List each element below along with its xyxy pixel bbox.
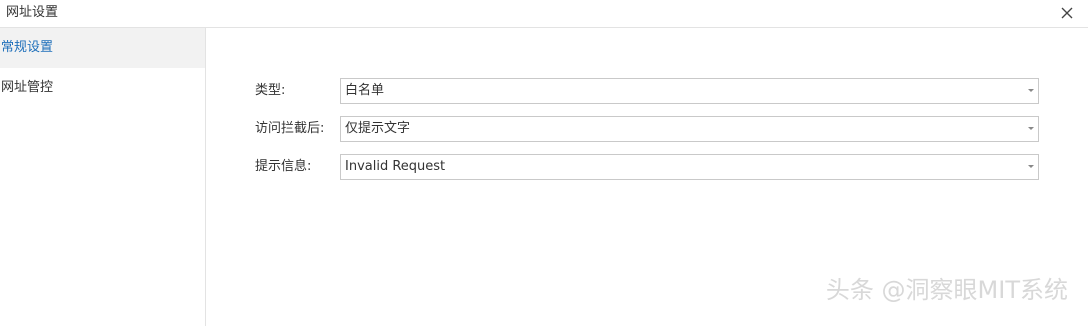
prompt-message-row: 提示信息: Invalid Request — [206, 154, 1088, 180]
prompt-message-select[interactable]: Invalid Request — [340, 154, 1039, 180]
chevron-down-icon — [1028, 89, 1034, 92]
type-select-value: 白名单 — [345, 83, 385, 98]
after-intercept-select[interactable]: 仅提示文字 — [340, 116, 1039, 142]
chevron-down-icon — [1028, 127, 1034, 130]
window-title: 网址设置 — [6, 5, 59, 20]
type-select[interactable]: 白名单 — [340, 78, 1039, 104]
prompt-message-label: 提示信息: — [255, 159, 312, 174]
after-intercept-select-value: 仅提示文字 — [345, 121, 411, 136]
after-intercept-label: 访问拦截后: — [255, 121, 325, 136]
after-intercept-row: 访问拦截后: 仅提示文字 — [206, 116, 1088, 142]
sidebar-item-label: 常规设置 — [1, 40, 54, 55]
sidebar-item-general-settings[interactable]: 常规设置 — [0, 28, 205, 68]
type-row: 类型: 白名单 — [206, 78, 1088, 104]
sidebar-item-label: 网址管控 — [1, 80, 54, 95]
prompt-message-select-value: Invalid Request — [345, 159, 446, 174]
close-icon[interactable] — [1058, 4, 1076, 22]
title-bar: 网址设置 — [0, 0, 1088, 28]
sidebar-item-url-control[interactable]: 网址管控 — [0, 68, 205, 108]
type-label: 类型: — [255, 83, 286, 98]
chevron-down-icon — [1028, 165, 1034, 168]
watermark-text: 头条 @洞察眼MIT系统 — [825, 276, 1068, 304]
sidebar: 常规设置 网址管控 — [0, 28, 206, 326]
settings-window: 网址设置 常规设置 网址管控 类型: 白名单 访问拦截后: 仅提示文字 提示信息… — [0, 0, 1088, 326]
